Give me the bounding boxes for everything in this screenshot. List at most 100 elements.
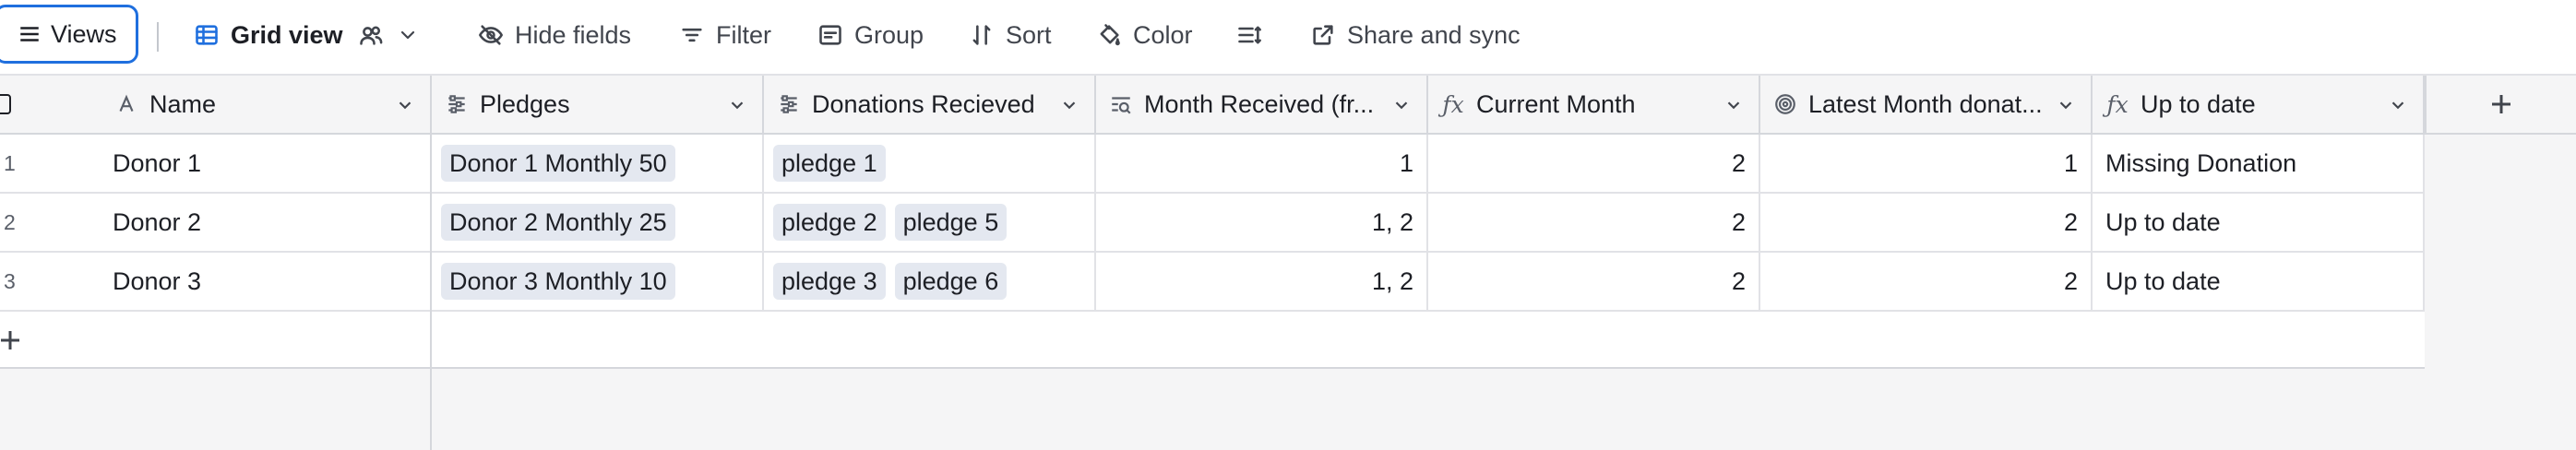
share-external-icon xyxy=(1313,25,1333,45)
table-row[interactable]: 3 Donor 3 Donor 3 Monthly 10 pledge 3 pl… xyxy=(0,253,2425,312)
link-records-icon xyxy=(781,95,797,113)
month-received-cell[interactable]: 1, 2 xyxy=(1096,253,1428,310)
latest-month-cell[interactable]: 2 xyxy=(1760,253,2093,310)
plus-icon xyxy=(2492,95,2510,113)
toolbar-divider xyxy=(157,22,159,52)
views-label: Views xyxy=(51,19,117,48)
month-received-cell[interactable]: 1, 2 xyxy=(1096,194,1428,251)
cell-value: 2 xyxy=(2063,207,2078,236)
cell-value: 2 xyxy=(1731,207,1746,236)
up-to-date-cell[interactable]: Missing Donation xyxy=(2093,135,2425,192)
select-all-checkbox[interactable] xyxy=(0,94,11,114)
plus-icon xyxy=(1,331,19,349)
current-month-cell[interactable]: 2 xyxy=(1428,135,1760,192)
up-to-date-cell[interactable]: Up to date xyxy=(2093,253,2425,310)
frozen-column-divider[interactable] xyxy=(430,76,432,450)
name-cell[interactable]: Donor 2 xyxy=(100,194,432,251)
column-header-donations-recieved[interactable]: Donations Recieved xyxy=(764,76,1096,133)
chevron-down-icon[interactable] xyxy=(397,24,419,46)
sort-icon xyxy=(972,25,991,45)
menu-icon xyxy=(20,27,39,41)
row-height-icon xyxy=(1238,26,1261,44)
share-and-sync-button[interactable]: Share and sync xyxy=(1310,17,1521,53)
donations-cell[interactable]: pledge 3 pledge 6 xyxy=(764,253,1096,310)
add-record-row[interactable] xyxy=(0,312,2425,369)
filter-icon xyxy=(682,28,702,42)
month-received-cell[interactable]: 1 xyxy=(1096,135,1428,192)
linked-record-chip[interactable]: Donor 2 Monthly 25 xyxy=(441,204,675,241)
grid-view-switcher[interactable]: Grid view xyxy=(194,17,430,53)
column-header-up-to-date[interactable]: ƒx Up to date xyxy=(2093,76,2425,133)
linked-record-chip[interactable]: Donor 3 Monthly 10 xyxy=(441,263,675,300)
table-row[interactable]: 2 Donor 2 Donor 2 Monthly 25 pledge 2 pl… xyxy=(0,194,2425,253)
grid-view-label: Grid view xyxy=(231,20,343,49)
hide-fields-button[interactable]: Hide fields xyxy=(478,17,631,53)
filter-button[interactable]: Filter xyxy=(679,17,771,53)
linked-record-chip[interactable]: pledge 2 xyxy=(773,204,886,241)
cell-value: Donor 1 xyxy=(113,148,202,177)
collaborators-icon xyxy=(359,26,382,45)
chevron-down-icon[interactable] xyxy=(1059,95,1079,115)
cell-value: 2 xyxy=(2063,266,2078,295)
donations-cell[interactable]: pledge 1 xyxy=(764,135,1096,192)
cell-value: 1, 2 xyxy=(1371,266,1413,295)
cell-value: 2 xyxy=(1731,266,1746,295)
current-month-cell[interactable]: 2 xyxy=(1428,253,1760,310)
pledges-cell[interactable]: Donor 3 Monthly 10 xyxy=(432,253,764,310)
chevron-down-icon[interactable] xyxy=(2388,95,2408,115)
cell-value: 2 xyxy=(1731,148,1746,177)
cell-value: Up to date xyxy=(2105,266,2221,295)
views-button[interactable]: Views xyxy=(0,5,138,64)
chevron-down-icon[interactable] xyxy=(395,95,415,115)
current-month-cell[interactable]: 2 xyxy=(1428,194,1760,251)
share-label: Share and sync xyxy=(1347,20,1521,49)
latest-month-cell[interactable]: 2 xyxy=(1760,194,2093,251)
latest-month-cell[interactable]: 1 xyxy=(1760,135,2093,192)
group-icon xyxy=(819,25,841,45)
group-label: Group xyxy=(854,20,924,49)
sort-button[interactable]: Sort xyxy=(969,17,1052,53)
linked-record-chip[interactable]: pledge 6 xyxy=(894,263,1008,300)
column-header-pledges[interactable]: Pledges xyxy=(432,76,764,133)
pledges-cell[interactable]: Donor 2 Monthly 25 xyxy=(432,194,764,251)
row-number: 1 xyxy=(4,150,16,175)
linked-record-chip[interactable]: Donor 1 Monthly 50 xyxy=(441,145,675,182)
link-records-icon xyxy=(448,95,465,113)
column-label: Donations Recieved xyxy=(812,89,1035,118)
lookup-icon xyxy=(1112,97,1131,114)
name-cell[interactable]: Donor 1 xyxy=(100,135,432,192)
donations-cell[interactable]: pledge 2 pledge 5 xyxy=(764,194,1096,251)
up-to-date-cell[interactable]: Up to date xyxy=(2093,194,2425,251)
chevron-down-icon[interactable] xyxy=(2056,95,2076,115)
color-button[interactable]: Color xyxy=(1096,17,1193,53)
eye-off-icon xyxy=(479,25,503,45)
chevron-down-icon[interactable] xyxy=(1391,95,1412,115)
add-field-button[interactable] xyxy=(2425,76,2576,135)
column-label: Latest Month donat... xyxy=(1808,89,2043,118)
column-header-month-received[interactable]: Month Received (fr... xyxy=(1096,76,1428,133)
column-header-latest-month[interactable]: Latest Month donat... xyxy=(1760,76,2093,133)
linked-record-chip[interactable]: pledge 1 xyxy=(773,145,886,182)
grid-view-icon xyxy=(196,25,218,45)
group-button[interactable]: Group xyxy=(817,17,924,53)
chevron-down-icon[interactable] xyxy=(1723,95,1744,115)
column-header-name[interactable]: Name xyxy=(101,76,432,133)
name-cell[interactable]: Donor 3 xyxy=(100,253,432,310)
linked-record-chip[interactable]: pledge 3 xyxy=(773,263,886,300)
row-number: 2 xyxy=(4,209,16,234)
row-height-button[interactable] xyxy=(1236,17,1273,53)
linked-record-chip[interactable]: pledge 5 xyxy=(894,204,1008,241)
pledges-cell[interactable]: Donor 1 Monthly 50 xyxy=(432,135,764,192)
cell-value: 1 xyxy=(2063,148,2078,177)
formula-icon: ƒx xyxy=(1442,90,1464,118)
rollup-icon xyxy=(1775,94,1795,114)
column-label: Current Month xyxy=(1476,89,1636,118)
table-row[interactable]: 1 Donor 1 Donor 1 Monthly 50 pledge 1 1 … xyxy=(0,135,2425,194)
chevron-down-icon[interactable] xyxy=(727,95,747,115)
column-label: Month Received (fr... xyxy=(1144,89,1375,118)
hide-fields-label: Hide fields xyxy=(515,20,632,49)
cell-value: Donor 2 xyxy=(113,207,202,236)
column-header-current-month[interactable]: ƒx Current Month xyxy=(1428,76,1760,133)
column-label: Pledges xyxy=(480,89,570,118)
sort-label: Sort xyxy=(1006,20,1052,49)
